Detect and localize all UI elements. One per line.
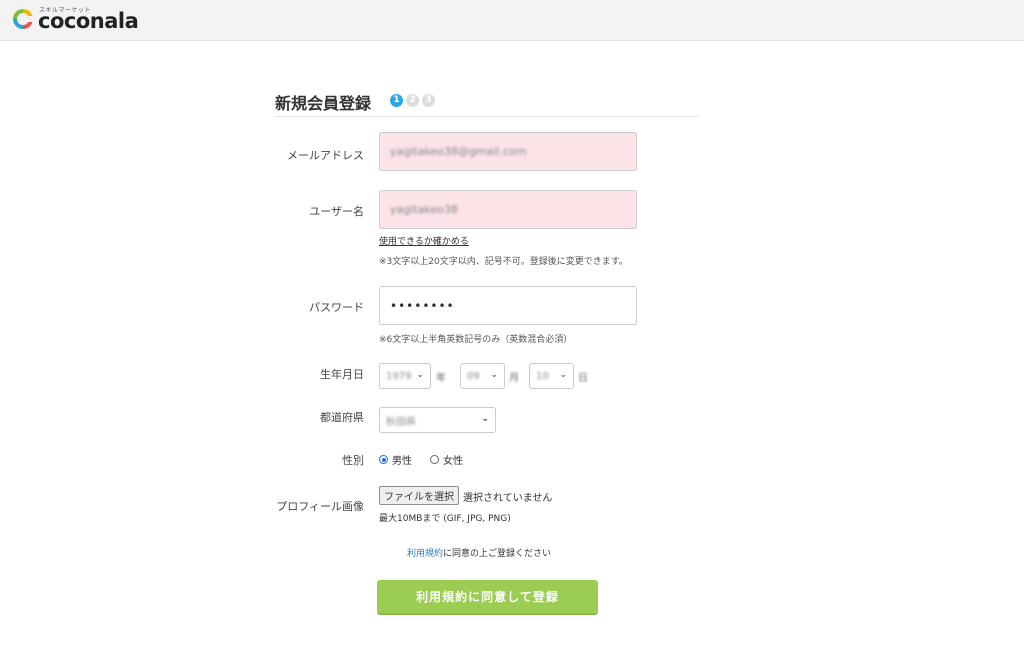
gender-male-radio[interactable] <box>379 455 388 464</box>
profile-image-label: プロフィール画像 <box>276 500 364 513</box>
birth-year-value: 1979 <box>386 370 412 382</box>
email-value: yagitakeo38@gmail.com <box>390 145 527 158</box>
title-divider <box>275 116 700 117</box>
username-note: ※3文字以上20文字以内、記号不可。登録後に変更できます。 <box>379 257 628 267</box>
gender-male-label: 男性 <box>392 456 412 467</box>
gender-male-option[interactable]: 男性 <box>379 452 412 467</box>
terms-text: に同意の上ご登録ください <box>443 549 552 559</box>
chevron-down-icon: ⌄ <box>490 370 498 380</box>
password-note: ※6文字以上半角英数記号のみ（英数混合必須） <box>379 335 573 345</box>
gender-label: 性別 <box>342 454 364 467</box>
register-submit-button[interactable]: 利用規約に同意して登録 <box>377 580 598 615</box>
birth-year-select[interactable]: 1979 ⌄ <box>379 363 431 389</box>
step-3: 3 <box>422 94 435 107</box>
file-status: 選択されていません <box>463 493 553 504</box>
prefecture-label: 都道府県 <box>320 411 364 424</box>
step-indicator: 123 <box>390 94 438 108</box>
profile-image-note: 最大10MBまで (GIF, JPG, PNG) <box>379 514 511 524</box>
username-field[interactable]: yagitakeo38 <box>379 190 637 229</box>
chevron-down-icon: ⌄ <box>559 370 567 380</box>
coconala-logo-icon <box>13 9 34 29</box>
day-unit: 日 <box>578 373 588 384</box>
password-label: パスワード <box>309 301 364 314</box>
gender-female-radio[interactable] <box>430 455 439 464</box>
terms-link[interactable]: 利用規約 <box>407 549 443 559</box>
username-label: ユーザー名 <box>309 205 364 218</box>
check-username-link[interactable]: 使用できるか確かめる <box>379 234 469 247</box>
birth-day-select[interactable]: 10 ⌄ <box>529 363 574 389</box>
logo-text: coconala <box>38 9 139 33</box>
page-title: 新規会員登録 <box>275 94 372 113</box>
username-value: yagitakeo38 <box>390 203 458 216</box>
year-unit: 年 <box>436 373 446 384</box>
birthday-label: 生年月日 <box>320 368 364 381</box>
birth-month-select[interactable]: 09 ⌄ <box>460 363 505 389</box>
step-1: 1 <box>390 94 403 107</box>
terms-notice: 利用規約に同意の上ご登録ください <box>407 546 551 559</box>
chevron-down-icon: ⌄ <box>416 370 424 380</box>
password-field[interactable]: •••••••• <box>379 286 637 325</box>
choose-file-button[interactable]: ファイルを選択 <box>379 486 459 505</box>
email-label: メールアドレス <box>287 149 364 162</box>
birth-day-value: 10 <box>536 370 549 382</box>
step-2: 2 <box>406 94 419 107</box>
prefecture-select[interactable]: 秋田県 ⌄ <box>379 407 496 433</box>
password-value: •••••••• <box>390 298 455 313</box>
gender-female-label: 女性 <box>443 456 463 467</box>
email-field[interactable]: yagitakeo38@gmail.com <box>379 132 637 171</box>
month-unit: 月 <box>509 373 519 384</box>
gender-female-option[interactable]: 女性 <box>430 452 463 467</box>
chevron-down-icon: ⌄ <box>481 414 489 424</box>
prefecture-value: 秋田県 <box>386 416 416 428</box>
site-header: スキルマーケット coconala <box>0 0 1024 41</box>
birth-month-value: 09 <box>467 370 480 382</box>
